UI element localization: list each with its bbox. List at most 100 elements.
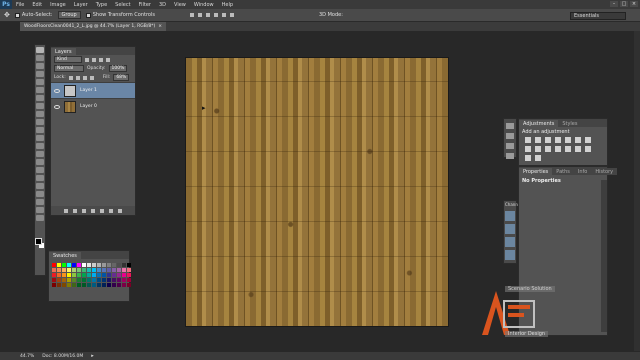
color-swatch[interactable] xyxy=(82,268,86,272)
auto-select-checkbox[interactable] xyxy=(14,12,20,18)
history-brush-tool-icon[interactable] xyxy=(36,119,44,125)
color-swatch[interactable] xyxy=(97,273,101,277)
color-swatch[interactable] xyxy=(102,273,106,277)
menu-file[interactable]: File xyxy=(12,2,28,8)
history-icon[interactable] xyxy=(506,123,514,129)
tab-styles[interactable]: Styles xyxy=(558,120,582,127)
color-balance-icon[interactable] xyxy=(585,137,591,143)
filter-shape-icon[interactable] xyxy=(106,57,110,62)
color-swatch[interactable] xyxy=(72,273,76,277)
color-swatch[interactable] xyxy=(92,268,96,272)
workspace-scrollbar[interactable] xyxy=(634,31,640,351)
gradient-tool-icon[interactable] xyxy=(36,135,44,141)
channel-blue[interactable] xyxy=(505,250,515,260)
color-swatch[interactable] xyxy=(87,263,91,267)
menu-window[interactable]: Window xyxy=(190,2,218,8)
menu-layer[interactable]: Layer xyxy=(70,2,92,8)
photo-filter-icon[interactable] xyxy=(535,146,541,152)
shape-tool-icon[interactable] xyxy=(36,183,44,189)
threshold-icon[interactable] xyxy=(585,146,591,152)
auto-select-dropdown[interactable]: Group xyxy=(57,11,81,19)
color-swatch[interactable] xyxy=(67,273,71,277)
channel-green[interactable] xyxy=(505,237,515,247)
color-swatch[interactable] xyxy=(97,263,101,267)
channel-rgb[interactable] xyxy=(505,211,515,221)
tab-history[interactable]: History xyxy=(591,168,618,175)
color-swatch[interactable] xyxy=(107,263,111,267)
color-swatch[interactable] xyxy=(117,283,121,287)
align-middle-icon[interactable] xyxy=(197,13,202,17)
color-swatch[interactable] xyxy=(92,263,96,267)
color-swatch[interactable] xyxy=(112,283,116,287)
move-tool-icon[interactable]: ✥ xyxy=(4,11,10,19)
exposure-icon[interactable] xyxy=(555,137,561,143)
curves-icon[interactable] xyxy=(545,137,551,143)
color-swatch[interactable] xyxy=(87,283,91,287)
color-swatch[interactable] xyxy=(57,283,61,287)
color-swatch[interactable] xyxy=(102,263,106,267)
layer-row-layer-1[interactable]: Layer 1 xyxy=(51,82,135,98)
color-swatch[interactable] xyxy=(52,273,56,277)
color-swatch[interactable] xyxy=(57,278,61,282)
actions-icon[interactable] xyxy=(506,133,514,139)
color-swatch[interactable] xyxy=(112,273,116,277)
color-swatch[interactable] xyxy=(117,263,121,267)
color-swatch[interactable] xyxy=(82,283,86,287)
color-swatch[interactable] xyxy=(117,268,121,272)
layer-row-layer-0[interactable]: Layer 0 xyxy=(51,98,135,114)
color-swatch[interactable] xyxy=(72,283,76,287)
document-tab[interactable]: WoodFloorsClean0041_2_L.jpg @ 44.7% (Lay… xyxy=(20,22,166,31)
new-layer-icon[interactable] xyxy=(109,208,113,213)
layer-mask-icon[interactable] xyxy=(82,208,86,213)
color-swatch[interactable] xyxy=(57,263,61,267)
healing-brush-tool-icon[interactable] xyxy=(36,95,44,101)
color-swatch[interactable] xyxy=(117,278,121,282)
3d-tool-icon[interactable] xyxy=(36,191,44,197)
color-swatch[interactable] xyxy=(112,263,116,267)
color-swatch[interactable] xyxy=(52,268,56,272)
color-swatch[interactable] xyxy=(107,283,111,287)
color-swatch[interactable] xyxy=(92,278,96,282)
levels-icon[interactable] xyxy=(535,137,541,143)
lock-pixels-icon[interactable] xyxy=(75,75,80,80)
crop-tool-icon[interactable] xyxy=(36,79,44,85)
color-swatch[interactable] xyxy=(72,263,76,267)
color-swatch[interactable] xyxy=(67,278,71,282)
properties-scrollbar[interactable] xyxy=(601,180,607,332)
color-swatch[interactable] xyxy=(97,278,101,282)
color-swatch[interactable] xyxy=(77,283,81,287)
color-swatch[interactable] xyxy=(67,283,71,287)
color-swatch[interactable] xyxy=(62,268,66,272)
menu-select[interactable]: Select xyxy=(111,2,134,8)
color-swatch[interactable] xyxy=(87,268,91,272)
zoom-level[interactable]: 44.7% xyxy=(20,354,34,359)
eyedropper-tool-icon[interactable] xyxy=(36,87,44,93)
eye-icon[interactable] xyxy=(54,104,60,109)
color-swatch[interactable] xyxy=(67,263,71,267)
color-swatch[interactable] xyxy=(82,278,86,282)
show-transform-toggle[interactable]: Show Transform Controls xyxy=(85,12,155,18)
menu-filter[interactable]: Filter xyxy=(135,2,155,8)
tab-layers[interactable]: Layers xyxy=(51,48,76,55)
posterize-icon[interactable] xyxy=(575,146,581,152)
close-button[interactable]: × xyxy=(630,1,638,7)
align-right-icon[interactable] xyxy=(229,13,234,17)
foreground-color-swatch[interactable] xyxy=(35,238,42,245)
color-swatch[interactable] xyxy=(127,283,131,287)
align-left-icon[interactable] xyxy=(213,13,218,17)
blur-tool-icon[interactable] xyxy=(36,143,44,149)
color-lookup-icon[interactable] xyxy=(555,146,561,152)
color-swatch[interactable] xyxy=(92,283,96,287)
color-swatch[interactable] xyxy=(67,268,71,272)
color-swatch[interactable] xyxy=(72,278,76,282)
color-swatch[interactable] xyxy=(117,273,121,277)
color-swatch[interactable] xyxy=(97,283,101,287)
color-swatch[interactable] xyxy=(107,278,111,282)
color-swatch[interactable] xyxy=(52,263,56,267)
layer-name[interactable]: Layer 1 xyxy=(80,88,97,93)
color-swatch[interactable] xyxy=(122,268,126,272)
marquee-tool-icon[interactable] xyxy=(36,55,44,61)
eraser-tool-icon[interactable] xyxy=(36,127,44,133)
filter-adjustment-icon[interactable] xyxy=(92,57,96,62)
brush-tool-icon[interactable] xyxy=(36,103,44,109)
